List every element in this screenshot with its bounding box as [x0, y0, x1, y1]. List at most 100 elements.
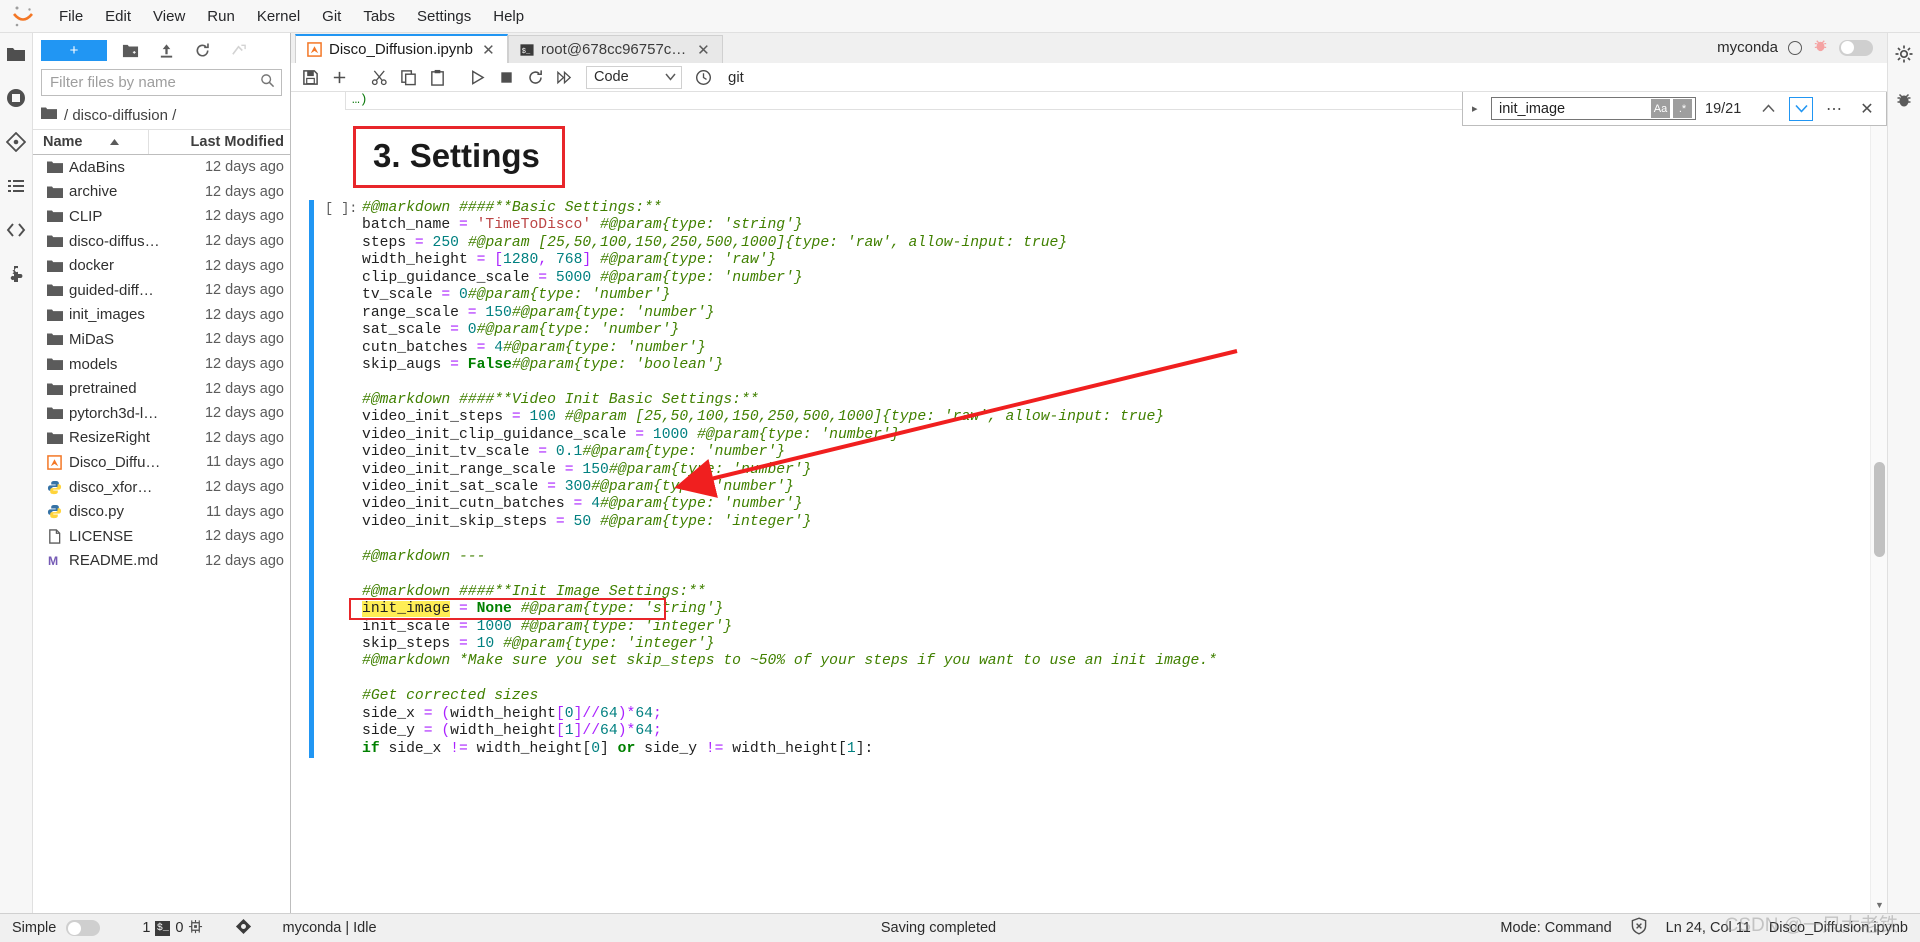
file-row[interactable]: disco_xfor… 12 days ago — [33, 475, 290, 500]
menu-help[interactable]: Help — [482, 4, 535, 29]
code-editor[interactable]: #@markdown ####**Basic Settings:** batch_… — [362, 200, 1869, 758]
plus-icon[interactable] — [326, 65, 353, 90]
close-icon[interactable]: ✕ — [695, 41, 712, 59]
code-token: [ — [555, 723, 565, 740]
notebook-scrollbar[interactable]: ▲ ▼ — [1870, 92, 1887, 913]
file-modified: 12 days ago — [204, 208, 284, 225]
file-filter-container[interactable] — [41, 69, 282, 96]
refresh-icon[interactable] — [189, 38, 215, 62]
file-row[interactable]: models 12 days ago — [33, 352, 290, 377]
menu-kernel[interactable]: Kernel — [246, 4, 311, 29]
column-header-name[interactable]: Name — [43, 134, 148, 150]
scissors-icon[interactable] — [366, 65, 393, 90]
cell-type-select[interactable]: Code — [586, 65, 682, 89]
fast-forward-icon[interactable] — [551, 65, 578, 90]
refresh-icon[interactable] — [522, 65, 549, 90]
file-row[interactable]: M README.md 12 days ago — [33, 549, 290, 574]
shield-x-icon[interactable] — [1630, 917, 1648, 939]
ellipsis-icon[interactable]: ⋯ — [1822, 97, 1846, 121]
git-pull-icon[interactable] — [225, 38, 251, 62]
clipboard-icon[interactable] — [424, 65, 451, 90]
code-line: tv_scale = 0#@param{type: 'number'} — [362, 287, 1869, 304]
menu-edit[interactable]: Edit — [94, 4, 142, 29]
menu-file[interactable]: File — [48, 4, 94, 29]
menu-tabs[interactable]: Tabs — [352, 4, 406, 29]
file-row[interactable]: Disco_Diffu… 11 days ago — [33, 450, 290, 475]
markdown-cell-settings[interactable]: 3. Settings — [353, 126, 1869, 188]
column-label-name: Name — [43, 134, 83, 150]
file-row[interactable]: archive 12 days ago — [33, 180, 290, 205]
stop-square-icon[interactable] — [493, 65, 520, 90]
file-row[interactable]: pytorch3d-l… 12 days ago — [33, 401, 290, 426]
new-folder-icon[interactable] — [117, 38, 143, 62]
file-row[interactable]: AdaBins 12 days ago — [33, 155, 290, 180]
scrollbar-thumb[interactable] — [1874, 462, 1885, 557]
sidebar-item-table-of-contents[interactable] — [3, 173, 29, 199]
folder-icon — [47, 308, 69, 322]
menu-view[interactable]: View — [142, 4, 196, 29]
new-launcher-button[interactable]: + — [41, 39, 107, 61]
menu-git[interactable]: Git — [311, 4, 352, 29]
find-previous-button[interactable] — [1756, 97, 1780, 121]
column-header-modified[interactable]: Last Modified — [149, 134, 290, 150]
sidebar-item-running-terminals[interactable] — [3, 85, 29, 111]
close-icon[interactable]: ✕ — [1855, 97, 1879, 121]
file-row[interactable]: CLIP 12 days ago — [33, 204, 290, 229]
gear-icon[interactable] — [1891, 41, 1917, 67]
case-sensitive-toggle[interactable]: Aa — [1651, 99, 1670, 118]
upload-icon[interactable] — [153, 38, 179, 62]
file-row[interactable]: pretrained 12 days ago — [33, 376, 290, 401]
bug-icon[interactable] — [1891, 87, 1917, 113]
sidebar-item-extension-manager[interactable] — [3, 261, 29, 287]
code-cell[interactable]: [ ]: #@markdown ####**Basic Settings:** b… — [305, 200, 1869, 758]
code-token: #@markdown *Make sure you set skip_steps… — [362, 653, 1217, 670]
file-filter-input[interactable] — [48, 73, 260, 92]
find-next-button[interactable] — [1789, 96, 1813, 121]
debugger-toggle[interactable] — [1839, 39, 1873, 56]
code-token: #@param{type: 'number'} — [600, 269, 803, 286]
code-token: #@markdown --- — [362, 548, 486, 565]
file-row[interactable]: init_images 12 days ago — [33, 303, 290, 328]
file-row[interactable]: ResizeRight 12 days ago — [33, 426, 290, 451]
code-token: 300 — [564, 479, 592, 495]
sidebar-item-code-brackets[interactable] — [3, 217, 29, 243]
kernel-info[interactable]: myconda | Idle — [282, 920, 376, 936]
find-input[interactable] — [1497, 99, 1651, 118]
file-row[interactable]: guided-diff… 12 days ago — [33, 278, 290, 303]
play-icon[interactable] — [464, 65, 491, 90]
menu-run[interactable]: Run — [196, 4, 246, 29]
git-status-item[interactable] — [235, 918, 252, 939]
kernel-count-item[interactable]: 1 $_ 0 — [142, 919, 203, 938]
code-token: skip_augs — [362, 356, 442, 373]
bug-icon[interactable] — [1812, 37, 1829, 58]
kernel-idle-circle-icon[interactable] — [1788, 40, 1802, 55]
editor-mode[interactable]: Mode: Command — [1500, 920, 1611, 936]
save-icon[interactable] — [297, 65, 324, 90]
caret-right-icon[interactable]: ▸ — [1472, 102, 1482, 115]
code-token: ]// — [573, 723, 601, 740]
regex-toggle[interactable]: .* — [1673, 99, 1692, 118]
breadcrumb[interactable]: / disco-diffusion / — [33, 101, 290, 129]
folder-icon — [47, 259, 69, 273]
sidebar-item-file-browser[interactable] — [3, 41, 29, 67]
menu-settings[interactable]: Settings — [406, 4, 482, 29]
find-input-container[interactable]: Aa .* — [1491, 97, 1696, 120]
simple-mode-toggle[interactable] — [66, 920, 101, 936]
terminal-icon: $_ — [520, 43, 534, 57]
close-icon[interactable]: ✕ — [480, 41, 497, 59]
clock-icon[interactable] — [690, 65, 717, 90]
sidebar-item-git[interactable] — [3, 129, 29, 155]
file-row[interactable]: disco.py 11 days ago — [33, 499, 290, 524]
cursor-position[interactable]: Ln 24, Col 11 — [1666, 920, 1751, 936]
scroll-down-arrow-icon[interactable]: ▼ — [1871, 896, 1887, 913]
file-row[interactable]: MiDaS 12 days ago — [33, 327, 290, 352]
copy-icon[interactable] — [395, 65, 422, 90]
tab-terminal[interactable]: $_ root@678cc96757c6: / ✕ — [507, 35, 723, 63]
file-row[interactable]: docker 12 days ago — [33, 253, 290, 278]
tab-notebook[interactable]: Disco_Diffusion.ipynb ✕ — [295, 34, 508, 63]
code-token: #@param{type: 'number'} — [696, 426, 900, 443]
file-row[interactable]: LICENSE 12 days ago — [33, 524, 290, 549]
file-row[interactable]: disco-diffus… 12 days ago — [33, 229, 290, 254]
file-name: disco_xfor… — [69, 478, 153, 496]
